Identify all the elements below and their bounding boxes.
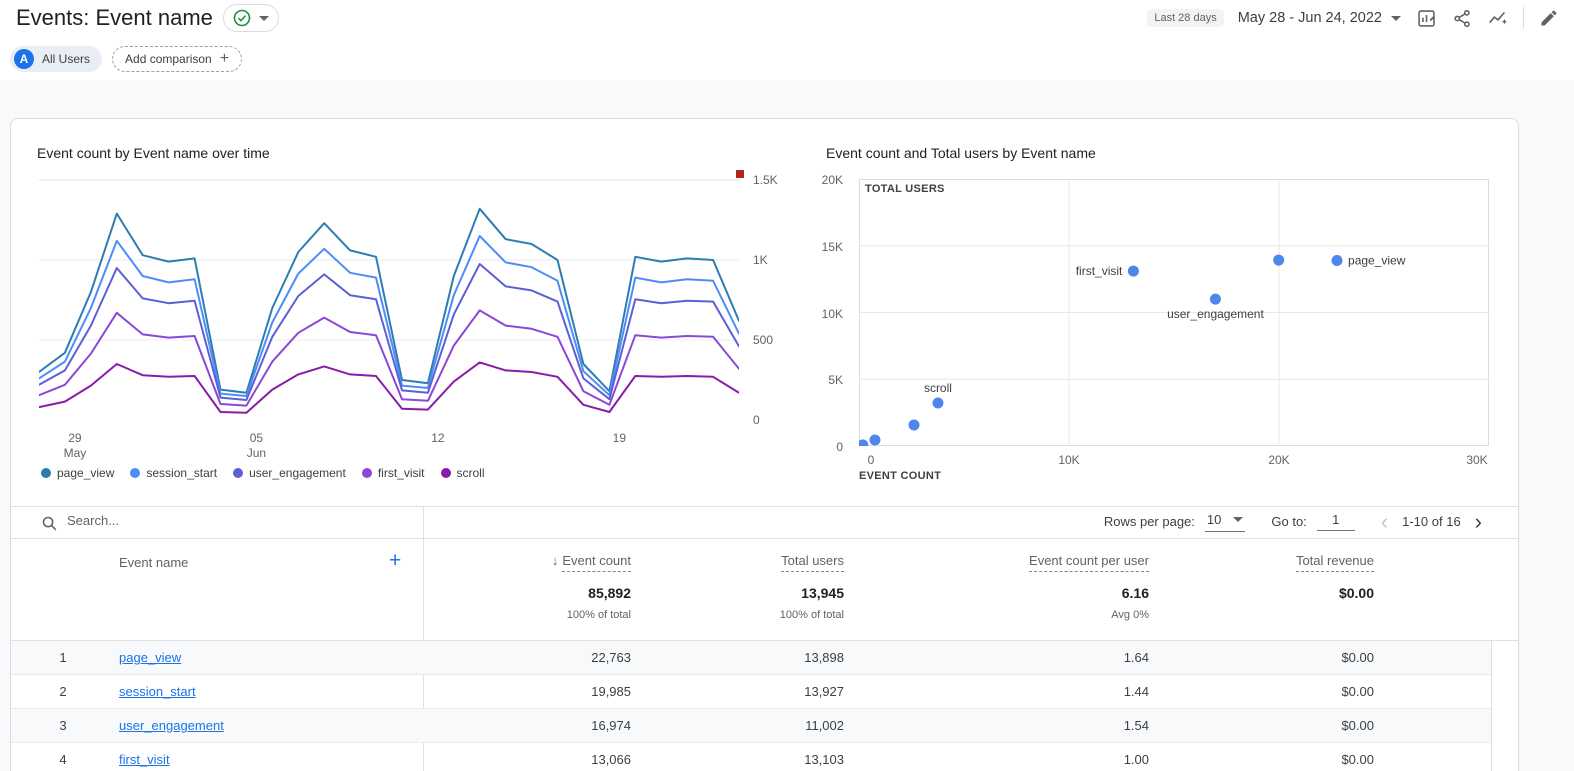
legend-item-first_visit: first_visit [361,466,425,480]
add-comparison-label: Add comparison [125,52,212,66]
legend-item-page_view: page_view [41,466,114,480]
scatter-point-label: scroll [924,381,952,395]
plus-icon: + [219,50,230,67]
divider [11,538,1518,539]
y-tick-label: 0 [753,413,760,427]
edit-report-icon[interactable] [1538,7,1560,29]
add-comparison-button[interactable]: Add comparison + [112,46,243,72]
y-tick-label: 1.5K [753,173,778,187]
legend-dot [130,468,141,478]
customize-report-icon[interactable] [1415,7,1437,29]
line-chart-title: Event count by Event name over time [37,145,270,161]
table-row: 1 page_view 22,763 13,898 1.64 $0.00 [11,641,1491,675]
cell-revenue: $0.00 [1341,684,1374,699]
legend-item-scroll: scroll [440,466,485,480]
legend-dot [440,468,451,478]
chevron-down-icon [1391,15,1401,21]
scatter-x-axis-caption: EVENT COUNT [859,470,942,482]
x-tick-label: 29 May [63,431,87,460]
ga4-events-report: Events: Event name Last 28 days May 28 -… [0,0,1574,771]
verified-check-icon [233,9,251,27]
line-chart-legend: page_view session_start user_engagement fir… [41,466,485,480]
data-threshold-marker [736,170,744,178]
rows-per-page-label: Rows per page: [1103,514,1195,529]
scatter-chart-title: Event count and Total users by Event nam… [826,145,1096,161]
scatter-point-unlabeled [869,434,881,446]
x-tick-label: 20K [1268,453,1290,467]
y-tick-label: 1K [753,253,768,267]
scatter-y-axis-caption: TOTAL USERS [865,183,945,195]
divider [11,506,1518,507]
x-tick-label: 19 [612,431,627,445]
scatter-y-axis: 20K 15K 10K 5K 0 [803,173,851,454]
line-series-scroll [39,361,739,414]
y-tick-label: 5K [828,373,843,388]
legend-dot [361,468,372,478]
table-row: 4 first_visit 13,066 13,103 1.00 $0.00 [11,743,1491,771]
page-title: Events: Event name [16,5,213,30]
scatter-chart: page_view user_engagement first_visitscrol… [859,179,1489,446]
goto-page-input[interactable] [1316,512,1355,531]
line-chart-x-axis: 29 May 05 Jun 12 19 [39,431,739,461]
y-tick-label: 500 [753,333,774,347]
chevron-down-icon [1233,517,1244,522]
chevron-down-icon [258,15,269,21]
scatter-point-session_start [1273,254,1285,266]
line-chart-y-axis: 1.5K 1K 500 0 [753,173,799,427]
line-chart [39,179,739,414]
table-row: 2 session_start 19,985 13,927 1.44 $0.00 [11,675,1491,709]
x-tick-label: 0 [867,453,875,467]
search-icon [42,516,57,531]
x-tick-label: 10K [1058,453,1080,467]
legend-item-session_start: session_start [130,466,217,480]
y-tick-label: 15K [821,239,843,254]
divider [1523,7,1524,29]
legend-item-user_engagement: user_engagement [233,466,346,480]
cell-revenue: $0.00 [1341,718,1374,733]
scatter-point-page_view [1331,254,1343,266]
y-tick-label: 20K [821,173,843,187]
total-revenue-header-label[interactable]: Total revenue [1295,553,1374,572]
goto-label: Go to: [1271,514,1307,529]
page-range-label: 1-10 of 16 [1402,514,1461,529]
pagination-controls: Rows per page: 10 Go to: ‹ 1-10 of 16 › [1103,510,1482,532]
x-tick-label: 05 Jun [246,431,267,460]
table-row: 3 user_engagement 16,974 11,002 1.54 $0.… [11,709,1491,743]
comparison-bar: A All Users Add comparison + [10,46,243,72]
scatter-point-label: first_visit [1076,264,1123,278]
y-tick-label: 0 [836,440,843,454]
scatter-point-first_visit [1127,265,1139,277]
next-page-button[interactable]: › [1475,510,1482,532]
comparison-avatar: A [14,49,34,69]
scatter-point-scroll [932,397,944,409]
all-users-chip[interactable]: A All Users [10,46,103,72]
totals-revenue: $0.00 [1338,585,1374,601]
share-icon[interactable] [1451,7,1473,29]
insights-icon[interactable] [1487,7,1509,29]
date-range-picker[interactable]: May 28 - Jun 24, 2022 [1238,10,1401,26]
y-tick-label: 10K [821,306,843,321]
cell-revenue: $0.00 [1341,650,1374,665]
report-status-dropdown[interactable] [222,4,279,32]
report-card: Event count by Event name over time 1.5K… [10,118,1519,771]
scatter-point-unlabeled [908,419,920,431]
scatter-point-label: page_view [1348,253,1406,267]
column-header-total-revenue[interactable]: Total revenue [11,553,1374,572]
previous-page-button[interactable]: ‹ [1381,510,1388,532]
x-tick-label: 12 [431,431,445,445]
date-preset-badge: Last 28 days [1147,9,1224,27]
date-range-label: May 28 - Jun 24, 2022 [1237,10,1382,26]
scatter-point-user_engagement [1209,293,1221,305]
rows-per-page-select[interactable]: 10 [1204,511,1246,532]
cell-revenue: $0.00 [1341,752,1374,767]
x-tick-label: 30K [1466,453,1488,467]
scatter-x-axis: 0 10K 20K 30K [859,453,1499,467]
legend-dot [41,468,51,478]
rows-per-page-value: 10 [1206,512,1222,527]
all-users-label: All Users [42,52,91,66]
scatter-point-label: user_engagement [1167,307,1264,321]
legend-dot [233,468,244,478]
search-input[interactable] [67,513,367,528]
table-body: 1 page_view 22,763 13,898 1.64 $0.00 2 s… [11,641,1492,771]
